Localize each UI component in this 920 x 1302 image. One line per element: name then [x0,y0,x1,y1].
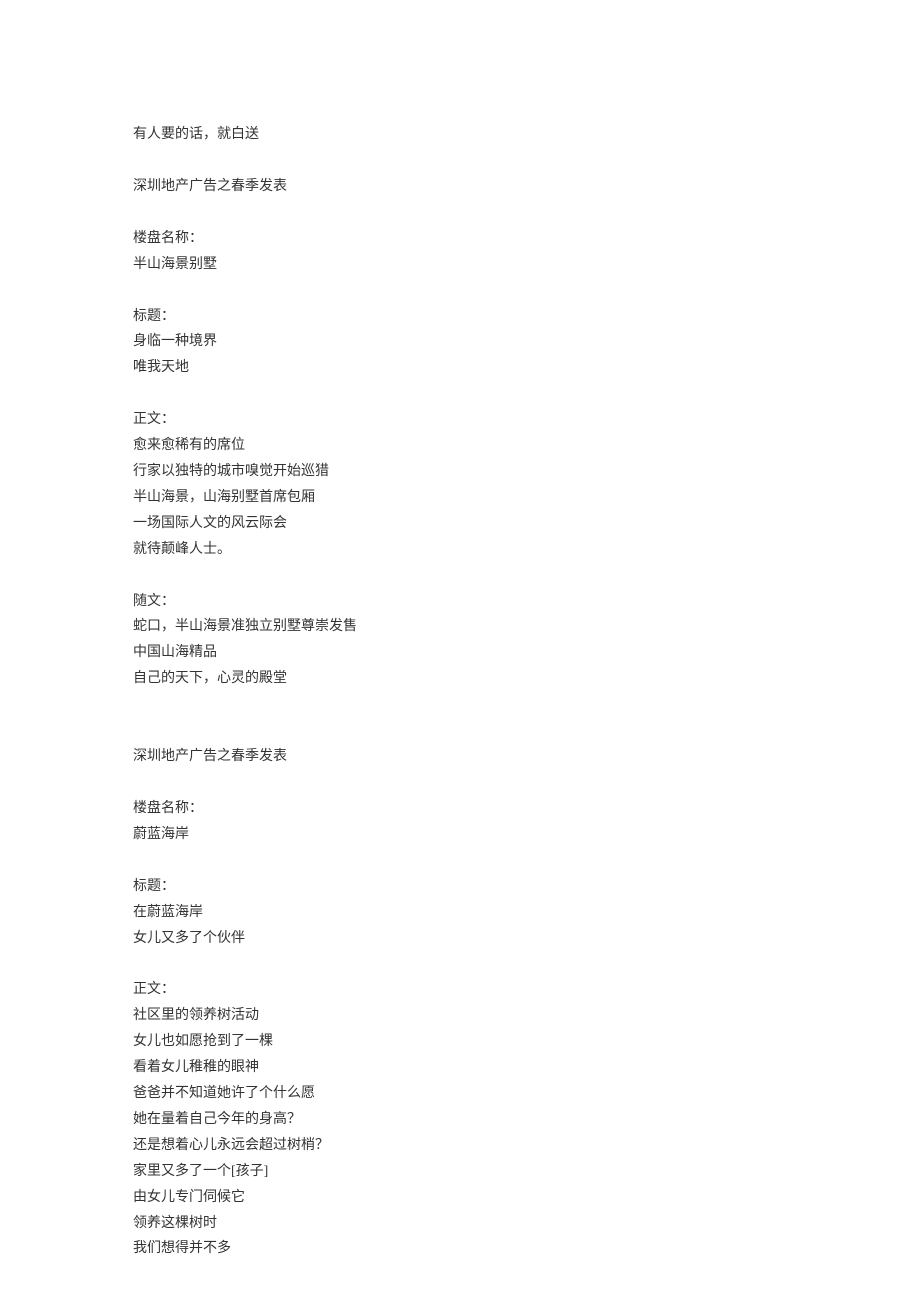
ad2-body-line3: 看着女儿稚稚的眼神 [133,1055,920,1081]
ad2-body-line1: 社区里的领养树活动 [133,1003,920,1029]
ad1-body-line1: 愈来愈稀有的席位 [133,433,920,459]
ad2-body-line7: 家里又多了一个[孩子] [133,1159,920,1185]
ad1-name-label: 楼盘名称： [133,226,920,252]
ad1-body-line2: 行家以独特的城市嗅觉开始巡猎 [133,459,920,485]
ad1-body-line5: 就待颠峰人士。 [133,537,920,563]
ad2-name-value: 蔚蓝海岸 [133,822,920,848]
intro-text: 有人要的话，就白送 [133,122,920,148]
ad2-body-line8: 由女儿专门伺候它 [133,1185,920,1211]
ad2-title-line2: 女儿又多了个伙伴 [133,926,920,952]
ad1-header: 深圳地产广告之春季发表 [133,174,920,200]
ad1-follow-line2: 中国山海精品 [133,640,920,666]
ad1-title-label: 标题： [133,304,920,330]
ad2-body-line4: 爸爸并不知道她许了个什么愿 [133,1081,920,1107]
ad2-body-label: 正文： [133,977,920,1003]
ad1-name-value: 半山海景别墅 [133,252,920,278]
ad2-title-line1: 在蔚蓝海岸 [133,900,920,926]
ad2-name-label: 楼盘名称： [133,796,920,822]
ad1-follow-line3: 自己的天下，心灵的殿堂 [133,666,920,692]
ad2-header: 深圳地产广告之春季发表 [133,744,920,770]
ad2-title-label: 标题： [133,874,920,900]
ad2-body-line5: 她在量着自己今年的身高？ [133,1107,920,1133]
ad2-body-line6: 还是想着心儿永远会超过树梢？ [133,1133,920,1159]
ad1-follow-line1: 蛇口，半山海景准独立别墅尊崇发售 [133,614,920,640]
ad2-body-line9: 领养这棵树时 [133,1211,920,1237]
ad1-title-line1: 身临一种境界 [133,329,920,355]
ad2-body-line2: 女儿也如愿抢到了一棵 [133,1029,920,1055]
ad1-follow-label: 随文： [133,589,920,615]
ad1-body-label: 正文： [133,407,920,433]
ad1-body-line4: 一场国际人文的风云际会 [133,511,920,537]
ad1-body-line3: 半山海景，山海别墅首席包厢 [133,485,920,511]
ad2-body-line10: 我们想得并不多 [133,1236,920,1262]
ad1-title-line2: 唯我天地 [133,355,920,381]
